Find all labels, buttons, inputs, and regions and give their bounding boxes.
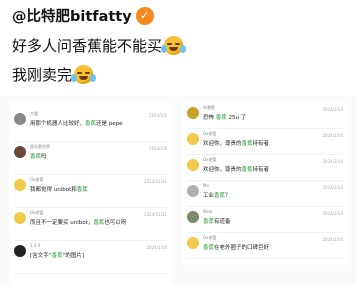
highlight-keyword: 香蕉: [76, 187, 88, 193]
comment-item: 布壹肥 2024/2/14 恐怖 香蕉 25u 了: [182, 103, 348, 129]
image-gallery: 大猫 2024/2/6 用那个机器人比较好，香蕉还是 pepe 超年薪世界 2024/2…: [0, 96, 356, 285]
comment-text: 而且不一定要买 unibot，香蕉也可以呀: [30, 220, 127, 226]
comment-username: Ox老管: [203, 157, 217, 162]
comment-item: Ox老管 2024/01/31 我都觉得 unibot和香蕉: [9, 175, 172, 208]
comment-text: 香蕉有道备: [203, 219, 231, 225]
comment-item: 1.3.0 2024/1/10 [含文字“香蕉”的图片]: [9, 241, 172, 274]
comment-username: 布壹肥: [203, 105, 215, 110]
post-text-line-1: 好多人问香蕉能不能买: [12, 37, 163, 55]
crying-laughing-emoji-icon: [71, 65, 97, 84]
comment-date: 2024/01/31: [143, 179, 167, 184]
post-line-1: 好多人问香蕉能不能买: [12, 35, 187, 56]
verified-badge-icon: ✓: [135, 6, 154, 25]
post-text-line-2: 我刚卖完: [12, 66, 73, 84]
comment-date: 2024/2/14: [322, 159, 343, 164]
comment-date: 2024/2/14: [322, 211, 343, 216]
comment-username: Ox老管: [30, 210, 44, 215]
avatar: [14, 245, 26, 257]
comment-date: 2024/01/31: [143, 212, 167, 217]
comment-date: 2024/2/14: [322, 133, 343, 138]
avatar: [14, 113, 26, 125]
highlight-keyword: 香蕉: [203, 245, 215, 251]
highlight-keyword: 香蕉: [203, 219, 215, 225]
author-row[interactable]: @比特肥bitfatty ✓: [12, 5, 154, 26]
crying-laughing-emoji-icon: [161, 36, 187, 55]
highlight-keyword: 香蕉: [214, 193, 226, 199]
comment-text: 欢迎你。尊贵的香蕉持有者: [203, 167, 270, 173]
comment-username: 大猫: [30, 111, 38, 116]
comment-username: Ox老管: [203, 235, 217, 240]
comment-text: 用那个机器人比较好，香蕉还是 pepe: [30, 121, 123, 127]
highlight-keyword: 香蕉: [241, 167, 253, 173]
highlight-keyword: 香蕉: [215, 115, 227, 121]
comment-date: 2024/2/14: [322, 107, 343, 112]
comment-date: 2024/2/6: [149, 146, 167, 151]
comment-item: Ox老管 2024/2/14 欢迎你。尊贵的香蕉持有者: [182, 155, 348, 181]
comment-text: 工业香蕉？: [203, 193, 231, 199]
comment-item: Mo 2024/2/14 工业香蕉？: [182, 181, 348, 207]
comment-text: [含文字“香蕉”的图片]: [30, 253, 85, 259]
highlight-keyword: 香蕉: [30, 154, 42, 160]
highlight-keyword: 香蕉: [241, 141, 253, 147]
divider: [187, 258, 343, 259]
comment-item: 超年薪世界 2024/2/6 香蕉吗: [9, 142, 172, 175]
avatar: [14, 146, 26, 158]
comment-date: 2024/2/14: [322, 237, 343, 242]
avatar: [187, 211, 199, 223]
highlight-keyword: 香蕉: [93, 220, 105, 226]
post-header: @比特肥bitfatty ✓ 好多人问香蕉能不能买 我刚卖完: [0, 0, 356, 96]
avatar: [187, 237, 199, 249]
avatar: [187, 133, 199, 145]
comment-text: 恐怖 香蕉 25u 了: [203, 115, 247, 121]
comment-text: 我都觉得 unibot和香蕉: [30, 187, 88, 193]
comment-text: 香蕉在老外圈子的口碑巨好: [203, 245, 270, 251]
comment-username: 1.3.0: [30, 243, 41, 248]
comment-username: Ox老管: [30, 177, 44, 182]
author-name[interactable]: @比特肥bitfatty: [12, 5, 132, 26]
comment-date: 2024/2/6: [149, 113, 167, 118]
divider: [14, 273, 167, 274]
comment-date: 2024/1/10: [146, 245, 167, 250]
avatar: [187, 185, 199, 197]
avatar: [187, 107, 199, 119]
comment-text: 香蕉吗: [30, 154, 47, 160]
comment-date: 2024/2/14: [322, 185, 343, 190]
comment-username: Mo: [203, 183, 209, 188]
highlight-keyword: 香蕉: [51, 253, 63, 259]
comment-text: 欢迎你。尊贵的香蕉持有者: [203, 141, 270, 147]
avatar: [14, 212, 26, 224]
comment-item: Ox老管 2024/01/31 而且不一定要买 unibot，香蕉也可以呀: [9, 208, 172, 241]
comment-item: Ox老管 2024/2/14 欢迎你。尊贵的香蕉持有者: [182, 129, 348, 155]
avatar: [187, 159, 199, 171]
post-line-2: 我刚卖完: [12, 64, 97, 85]
comment-username: Ox老管: [203, 131, 217, 136]
screenshot-image-right[interactable]: 布壹肥 2024/2/14 恐怖 香蕉 25u 了 Ox老管 2024/2/14 欢迎你。…: [182, 101, 348, 265]
comment-item: 大猫 2024/2/6 用那个机器人比较好，香蕉还是 pepe: [9, 109, 172, 142]
comment-item: Ox老管 2024/2/14 香蕉在老外圈子的口碑巨好: [182, 233, 348, 259]
comment-username: 超年薪世界: [30, 144, 50, 149]
highlight-keyword: 香蕉: [85, 121, 97, 127]
screenshot-image-left[interactable]: 大猫 2024/2/6 用那个机器人比较好，香蕉还是 pepe 超年薪世界 2024/2…: [9, 101, 172, 285]
comment-username: Near: [203, 209, 213, 214]
avatar: [14, 179, 26, 191]
comment-item: Near 2024/2/14 香蕉有道备: [182, 207, 348, 233]
